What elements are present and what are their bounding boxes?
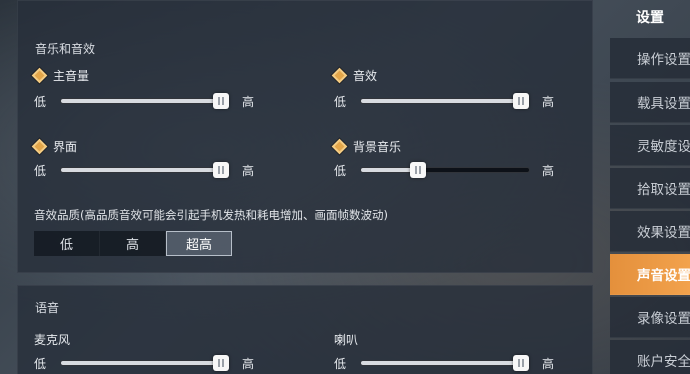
slider-thumb[interactable] xyxy=(213,162,229,178)
quality-option-high[interactable]: 高 xyxy=(100,231,166,256)
sidebar-item-effects[interactable]: 效果设置 xyxy=(610,211,690,252)
bgm-min-label: 低 xyxy=(334,164,347,178)
sidebar-item-sound[interactable]: 声音设置 xyxy=(610,254,690,295)
quality-option-low[interactable]: 低 xyxy=(34,231,100,256)
interface-label-row: 界面 xyxy=(31,138,78,155)
master-volume-min-label: 低 xyxy=(34,95,47,109)
sidebar-item-recording[interactable]: 录像设置 xyxy=(610,297,690,338)
settings-sidebar: 设置 操作设置 载具设置 灵敏度设置 拾取设置 效果设置 声音设置 录像设置 账… xyxy=(610,0,690,374)
interface-min-label: 低 xyxy=(34,164,47,178)
slider-thumb[interactable] xyxy=(213,355,229,371)
slider-fill xyxy=(361,99,529,103)
speaker-max-label: 高 xyxy=(542,357,555,371)
sfx-max-label: 高 xyxy=(542,95,555,109)
sidebar-item-vehicle[interactable]: 载具设置 xyxy=(610,82,690,123)
diamond-icon xyxy=(31,67,48,84)
speaker-label: 喇叭 xyxy=(334,333,359,347)
slider-thumb[interactable] xyxy=(213,93,229,109)
speaker-slider[interactable] xyxy=(360,355,530,371)
sidebar-item-sensitivity[interactable]: 灵敏度设置 xyxy=(610,125,690,166)
slider-fill xyxy=(61,361,229,365)
diamond-icon xyxy=(331,67,348,84)
microphone-label-row: 麦克风 xyxy=(34,331,70,348)
slider-fill xyxy=(61,99,229,103)
master-volume-slider[interactable] xyxy=(60,93,230,109)
microphone-label: 麦克风 xyxy=(34,333,71,347)
bgm-max-label: 高 xyxy=(542,164,555,178)
speaker-label-row: 喇叭 xyxy=(334,331,358,348)
sfx-slider[interactable] xyxy=(360,93,530,109)
master-volume-max-label: 高 xyxy=(242,95,255,109)
interface-slider[interactable] xyxy=(60,162,230,178)
section-title-music-sfx: 音乐和音效 xyxy=(35,42,96,56)
sfx-label-row: 音效 xyxy=(331,67,378,84)
section-title-voice: 语音 xyxy=(35,301,60,315)
master-volume-label-row: 主音量 xyxy=(31,67,90,84)
microphone-min-label: 低 xyxy=(34,357,47,371)
sfx-label: 音效 xyxy=(353,69,378,83)
microphone-slider[interactable] xyxy=(60,355,230,371)
master-volume-label: 主音量 xyxy=(53,69,90,83)
sidebar-item-account-security[interactable]: 账户安全 xyxy=(610,340,690,374)
slider-fill xyxy=(361,361,529,365)
slider-thumb[interactable] xyxy=(513,355,529,371)
sidebar-header: 设置 xyxy=(636,10,664,26)
interface-max-label: 高 xyxy=(242,164,255,178)
quality-option-ultra[interactable]: 超高 xyxy=(166,231,232,256)
sound-quality-title: 音效品质(高品质音效可能会引起手机发热和耗电增加、画面帧数波动) xyxy=(34,208,388,222)
diamond-icon xyxy=(31,138,48,155)
sidebar-item-controls[interactable]: 操作设置 xyxy=(610,38,690,79)
speaker-min-label: 低 xyxy=(334,357,347,371)
interface-label: 界面 xyxy=(53,140,78,154)
slider-thumb[interactable] xyxy=(410,162,426,178)
slider-fill xyxy=(61,168,229,172)
bgm-slider[interactable] xyxy=(360,162,530,178)
bgm-label: 背景音乐 xyxy=(353,140,402,154)
sfx-min-label: 低 xyxy=(334,95,347,109)
sound-quality-selector: 低 高 超高 xyxy=(34,231,232,256)
slider-thumb[interactable] xyxy=(513,93,529,109)
diamond-icon xyxy=(331,138,348,155)
microphone-max-label: 高 xyxy=(242,357,255,371)
bgm-label-row: 背景音乐 xyxy=(331,138,402,155)
sidebar-item-pickup[interactable]: 拾取设置 xyxy=(610,168,690,209)
